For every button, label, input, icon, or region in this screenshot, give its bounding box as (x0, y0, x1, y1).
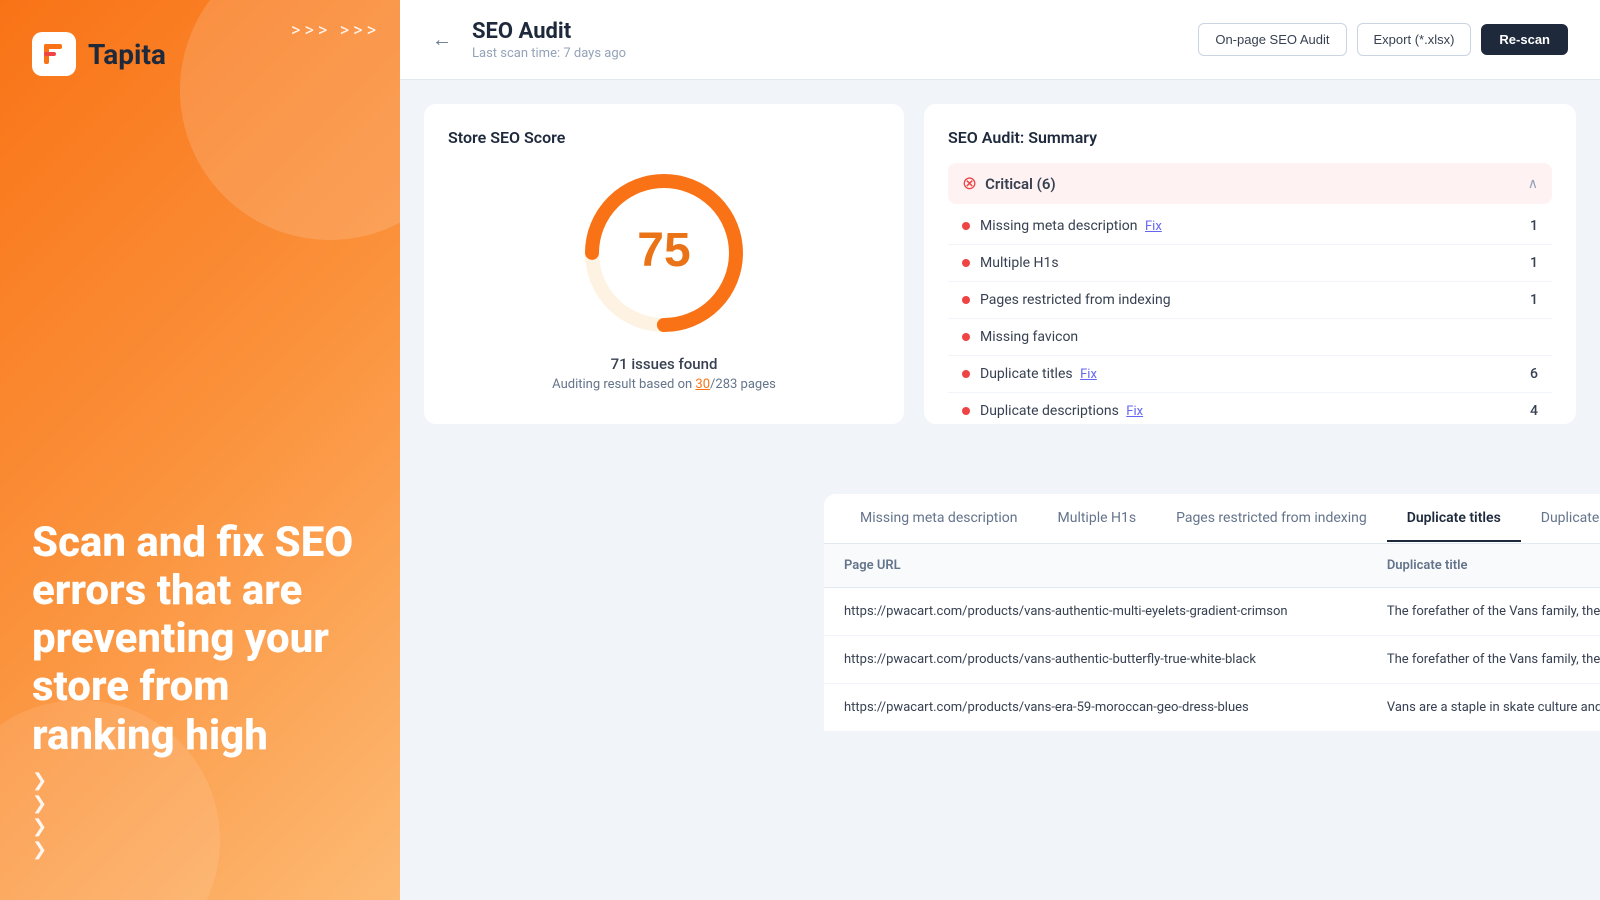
issue-count-1: 1 (1518, 255, 1538, 271)
app-header: ← SEO Audit Last scan time: 7 days ago O… (400, 0, 1600, 80)
issue-dot-3 (962, 333, 970, 341)
row-1-title: The forefather of the Vans family, the V… (1367, 636, 1600, 684)
issue-row-1: Multiple H1s 1 (948, 245, 1552, 282)
chevron-3: ❯ (32, 816, 47, 837)
issue-dot-1 (962, 259, 970, 267)
issue-label-2: Pages restricted from indexing (980, 292, 1508, 308)
tab-duplicate-descriptions[interactable]: Duplicate descriptions (1521, 496, 1600, 542)
critical-label: Critical (6) (985, 175, 1520, 193)
chevron-2: ❯ (32, 793, 47, 814)
summary-card: SEO Audit: Summary ⊗ Critical (6) ∧ Miss… (924, 104, 1576, 424)
issue-row-5: Duplicate descriptions Fix 4 (948, 393, 1552, 424)
export-button[interactable]: Export (*.xlsx) (1357, 23, 1472, 56)
score-donut-chart: 75 (574, 163, 754, 343)
logo-area: Tapita (32, 32, 166, 76)
score-card: Store SEO Score 75 71 issues found Audit… (424, 104, 904, 424)
issue-label-3: Missing favicon (980, 329, 1508, 345)
table-row: https://pwacart.com/products/vans-authen… (824, 588, 1600, 636)
tab-pages-restricted[interactable]: Pages restricted from indexing (1156, 496, 1387, 542)
summary-card-title: SEO Audit: Summary (948, 128, 1552, 147)
tab-missing-meta[interactable]: Missing meta description (840, 496, 1038, 542)
issue-label-5: Duplicate descriptions Fix (980, 403, 1508, 419)
issue-fix-0[interactable]: Fix (1145, 219, 1162, 234)
issue-row-3: Missing favicon (948, 319, 1552, 356)
tabs-bar: Missing meta description Multiple H1s Pa… (824, 494, 1600, 544)
content-area: Store SEO Score 75 71 issues found Audit… (400, 80, 1600, 900)
logo-text: Tapita (88, 38, 166, 71)
issue-label-1: Multiple H1s (980, 255, 1508, 271)
issue-row-4: Duplicate titles Fix 6 (948, 356, 1552, 393)
table-row: https://pwacart.com/products/vans-authen… (824, 636, 1600, 684)
auditing-result-text: Auditing result based on 30/283 pages (448, 377, 880, 392)
left-panel: Tapita >>> >>> Scan and fix SEO errors t… (0, 0, 400, 900)
table-row: https://pwacart.com/products/vans-era-59… (824, 684, 1600, 732)
on-page-seo-button[interactable]: On-page SEO Audit (1198, 23, 1346, 56)
svg-text:75: 75 (637, 224, 690, 277)
hero-headline: Scan and fix SEO errors that are prevent… (32, 519, 368, 760)
chevron-1: ❯ (32, 770, 47, 791)
tabs-section: Missing meta description Multiple H1s Pa… (824, 494, 1600, 732)
header-title-area: SEO Audit Last scan time: 7 days ago (472, 19, 1182, 61)
row-1-url: https://pwacart.com/products/vans-authen… (824, 636, 1367, 684)
critical-section-header[interactable]: ⊗ Critical (6) ∧ (948, 163, 1552, 204)
hero-text: Scan and fix SEO errors that are prevent… (32, 519, 368, 760)
tab-multiple-h1s[interactable]: Multiple H1s (1038, 496, 1157, 542)
score-circle-container: 75 (448, 163, 880, 343)
chevron-4: ❯ (32, 839, 47, 860)
row-2-title: Vans are a staple in skate culture and s… (1367, 684, 1600, 732)
back-button[interactable]: ← (432, 27, 452, 52)
row-2-url: https://pwacart.com/products/vans-era-59… (824, 684, 1367, 732)
table-header: Page URL Duplicate title (824, 544, 1600, 588)
row-0-url: https://pwacart.com/products/vans-authen… (824, 588, 1367, 636)
tab-duplicate-titles[interactable]: Duplicate titles (1387, 496, 1521, 542)
col-header-url: Page URL (824, 544, 1367, 588)
issue-count-0: 1 (1518, 218, 1538, 234)
issues-found-text: 71 issues found (448, 355, 880, 373)
issue-dot-0 (962, 222, 970, 230)
page-title: SEO Audit (472, 19, 1182, 44)
header-actions: On-page SEO Audit Export (*.xlsx) Re-sca… (1198, 23, 1568, 56)
issue-dot-2 (962, 296, 970, 304)
main-app: ← SEO Audit Last scan time: 7 days ago O… (400, 0, 1600, 900)
auditing-suffix: /283 pages (710, 377, 776, 392)
collapse-icon: ∧ (1528, 176, 1538, 192)
issue-count-5: 4 (1518, 403, 1538, 419)
col-header-duplicate-title: Duplicate title (1367, 544, 1600, 588)
issue-fix-5[interactable]: Fix (1126, 404, 1143, 419)
critical-icon: ⊗ (962, 173, 977, 194)
rescan-button[interactable]: Re-scan (1481, 24, 1568, 55)
issue-dot-4 (962, 370, 970, 378)
chevrons-decoration: ❯ ❯ ❯ ❯ (32, 770, 47, 860)
issue-label-4: Duplicate titles Fix (980, 366, 1508, 382)
auditing-pages-link[interactable]: 30 (695, 377, 710, 392)
issue-count-2: 1 (1518, 292, 1538, 308)
issue-dot-5 (962, 407, 970, 415)
data-table: Page URL Duplicate title https://pwacart… (824, 544, 1600, 732)
issue-count-4: 6 (1518, 366, 1538, 382)
issue-row-0: Missing meta description Fix 1 (948, 208, 1552, 245)
issue-fix-4[interactable]: Fix (1080, 367, 1097, 382)
score-card-title: Store SEO Score (448, 128, 880, 147)
auditing-prefix: Auditing result based on (552, 377, 695, 392)
last-scan-time: Last scan time: 7 days ago (472, 46, 1182, 61)
logo-icon (32, 32, 76, 76)
row-0-title: The forefather of the Vans family, the V… (1367, 588, 1600, 636)
issue-label-0: Missing meta description Fix (980, 218, 1508, 234)
decorative-arrows: >>> >>> (291, 20, 380, 41)
issue-row-2: Pages restricted from indexing 1 (948, 282, 1552, 319)
